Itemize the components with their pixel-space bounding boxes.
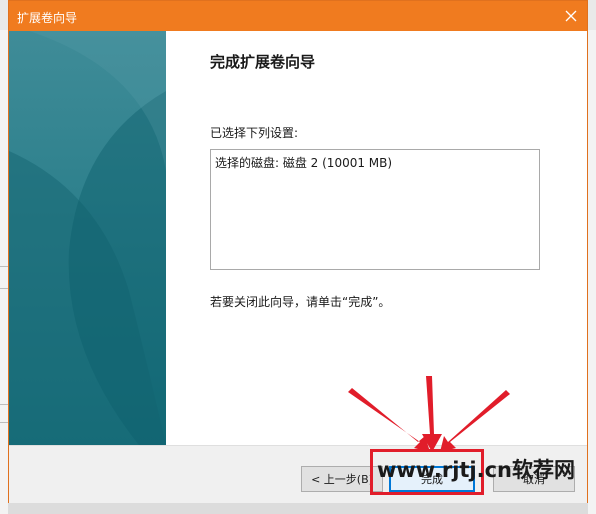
background-taskbar-strip: [8, 503, 588, 514]
close-button[interactable]: [555, 1, 587, 31]
divider: [0, 404, 8, 405]
settings-summary-box[interactable]: 选择的磁盘: 磁盘 2 (10001 MB): [210, 149, 540, 270]
divider: [0, 422, 8, 423]
page-title: 完成扩展卷向导: [210, 53, 316, 71]
banner-graphic: [9, 31, 166, 445]
settings-line: 选择的磁盘: 磁盘 2 (10001 MB): [215, 156, 393, 170]
divider: [0, 288, 8, 289]
background-window-right-edge: [587, 30, 596, 514]
watermark-text: www.rjtj.cn软荐网: [377, 458, 576, 482]
divider: [0, 266, 8, 267]
finish-instruction: 若要关闭此向导，请单击“完成”。: [210, 295, 391, 309]
wizard-side-banner: [9, 31, 166, 445]
close-icon: [565, 10, 577, 22]
title-bar[interactable]: 扩展卷向导: [9, 1, 587, 31]
settings-label: 已选择下列设置:: [210, 126, 299, 140]
annotation-arrows-icon: [348, 376, 510, 452]
window-title: 扩展卷向导: [17, 11, 78, 25]
